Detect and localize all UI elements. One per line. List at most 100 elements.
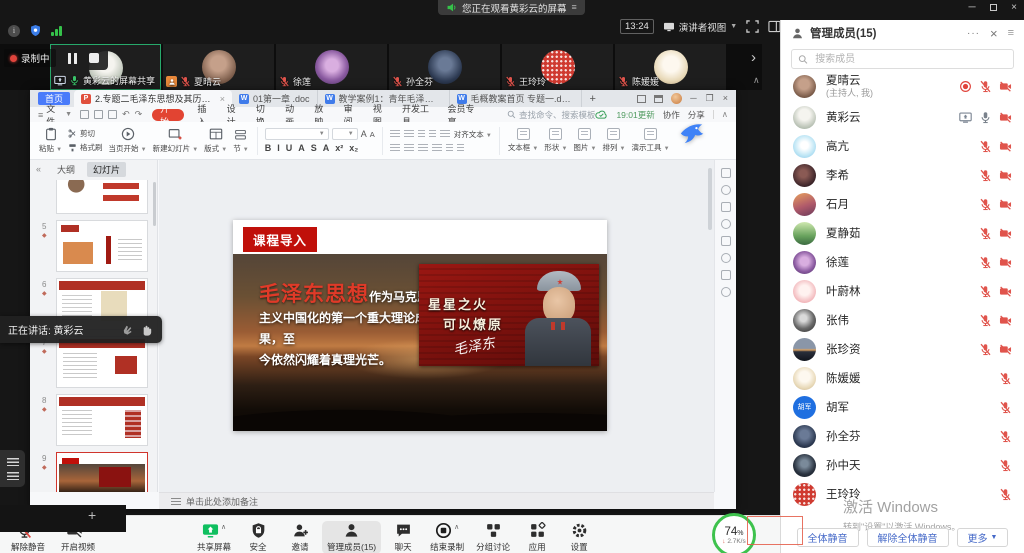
wps-minimize-button[interactable]: ─	[690, 93, 696, 104]
toolbar-button[interactable]: ∧ 分组讨论	[471, 521, 515, 553]
help-icon[interactable]	[721, 287, 731, 297]
slide-thumbnail[interactable]: 7 ◆	[56, 336, 148, 388]
insert-tool-button[interactable]: 形状 ▼	[541, 128, 570, 153]
network-quality-gauge[interactable]: 74% ↓ 2.7K/s	[712, 513, 756, 553]
wps-restore-button[interactable]: ❐	[706, 93, 714, 104]
number-list-icon[interactable]	[404, 130, 414, 139]
restore-button[interactable]	[987, 2, 999, 13]
wps-account-avatar[interactable]	[671, 93, 682, 104]
video-tile[interactable]: 王玲玲	[502, 44, 613, 90]
member-row[interactable]: 高亢	[781, 132, 1024, 161]
save-icon[interactable]	[80, 110, 89, 119]
workspace-icon[interactable]	[654, 95, 663, 103]
template-icon[interactable]	[721, 270, 731, 280]
print-icon[interactable]	[94, 110, 103, 119]
collaborate-button[interactable]: 协作	[663, 109, 680, 121]
animation-pane-icon[interactable]	[721, 185, 731, 195]
banner-menu-icon[interactable]: ≡	[572, 3, 577, 12]
video-tile[interactable]: 孙全芬	[389, 44, 500, 90]
wps-close-button[interactable]: ×	[723, 93, 728, 104]
collapse-ribbon-icon[interactable]: ∧	[722, 109, 728, 120]
menu-item[interactable]: 开始	[152, 109, 184, 121]
stop-recording-icon[interactable]	[89, 53, 99, 63]
camera-muted-icon[interactable]	[999, 256, 1012, 269]
mic-muted-icon[interactable]	[979, 314, 992, 327]
collapse-strip-icon[interactable]: ∧	[753, 75, 760, 86]
font-style-button[interactable]: S	[311, 143, 317, 153]
slide-thumbnail[interactable]: 5 ◆	[56, 220, 148, 272]
justify-icon[interactable]	[432, 144, 442, 153]
slide-thumbnail[interactable]: 9 ◆	[56, 452, 148, 492]
insert-tool-button[interactable]: 演示工具 ▼	[629, 128, 673, 153]
canvas-scrollbar[interactable]	[708, 168, 712, 230]
command-search[interactable]: 查找命令、搜索模板	[507, 109, 596, 121]
paste-button[interactable]: 粘贴 ▼	[36, 127, 65, 154]
security-shield-icon[interactable]	[29, 24, 42, 37]
export-icon[interactable]	[108, 110, 117, 119]
mic-on-icon[interactable]	[979, 111, 992, 124]
font-style-button[interactable]: A	[323, 143, 330, 153]
mic-muted-icon[interactable]	[999, 488, 1012, 501]
toolbar-button[interactable]: ∧ 结束录制	[425, 521, 469, 553]
toolbar-button[interactable]: ∧ 应用	[517, 521, 557, 553]
toolbar-button[interactable]: ∧ 管理成员(15)	[322, 521, 381, 553]
new-slide-button[interactable]: 新建幻灯片 ▼	[150, 127, 202, 154]
transition-icon[interactable]	[721, 219, 731, 229]
section-button[interactable]: 节 ▼	[230, 128, 252, 154]
close-button[interactable]: ×	[1008, 2, 1020, 13]
member-row[interactable]: 胡军 胡军	[781, 393, 1024, 422]
insert-tool-button[interactable]: 文本框 ▼	[505, 128, 542, 153]
member-row[interactable]: 张珍资	[781, 335, 1024, 364]
mic-muted-icon[interactable]	[999, 459, 1012, 472]
bullet-list-icon[interactable]	[390, 130, 400, 139]
slide-thumbnail[interactable]: 8 ◆	[56, 394, 148, 446]
member-row[interactable]: 李希	[781, 161, 1024, 190]
slide-canvas[interactable]: 课程导入 毛泽东思想作为马克思 主义中国化的第一个重大理论成果，至 今依然闪耀着…	[159, 160, 714, 492]
toolbar-button[interactable]: ∧ 安全	[238, 521, 278, 553]
member-row[interactable]: 陈媛媛	[781, 364, 1024, 393]
mic-muted-icon[interactable]	[999, 430, 1012, 443]
align-right-icon[interactable]	[418, 144, 428, 153]
pause-recording-icon[interactable]	[68, 53, 77, 64]
camera-muted-icon[interactable]	[999, 111, 1012, 124]
redo-icon[interactable]: ↷	[135, 109, 143, 120]
fullscreen-icon[interactable]	[746, 20, 759, 33]
member-row[interactable]: 石月	[781, 190, 1024, 219]
camera-muted-icon[interactable]	[999, 140, 1012, 153]
sidebar-footer-button[interactable]: 更多▼	[957, 528, 1009, 547]
camera-muted-icon[interactable]	[999, 314, 1012, 327]
clap-reaction-icon[interactable]	[120, 322, 135, 337]
raise-hand-icon[interactable]	[139, 322, 154, 337]
view-mode-selector[interactable]: 演讲者视图 ▼	[663, 20, 737, 34]
insert-tool-button[interactable]: 图片 ▼	[570, 128, 599, 153]
tab-list-icon[interactable]	[637, 95, 646, 103]
camera-muted-icon[interactable]	[999, 227, 1012, 240]
info-icon[interactable]: i	[8, 25, 20, 37]
camera-muted-icon[interactable]	[999, 343, 1012, 356]
camera-muted-icon[interactable]	[999, 169, 1012, 182]
properties-icon[interactable]	[721, 168, 731, 178]
font-size-select[interactable]: ▼	[332, 128, 358, 140]
notes-bar[interactable]: 单击此处添加备注	[159, 492, 714, 509]
shrink-font-button[interactable]: A	[370, 130, 375, 139]
design-icon[interactable]	[721, 202, 731, 212]
font-style-button[interactable]: I	[277, 143, 280, 153]
member-row[interactable]: 孙中天	[781, 451, 1024, 480]
font-style-button[interactable]: B	[265, 143, 272, 153]
mic-muted-icon[interactable]	[979, 227, 992, 240]
annotation-panel-toggle[interactable]	[0, 450, 25, 487]
next-participants-arrow[interactable]: ›	[751, 50, 756, 65]
slide-thumbnail[interactable]: 4 ◆	[56, 180, 148, 214]
mic-muted-icon[interactable]	[979, 140, 992, 153]
member-row[interactable]: 夏静茹	[781, 219, 1024, 248]
camera-muted-icon[interactable]	[999, 198, 1012, 211]
cut-button[interactable]: 剪切	[68, 128, 103, 139]
font-style-button[interactable]: U	[286, 143, 293, 153]
toolbar-button[interactable]: ∧ 邀请	[280, 521, 320, 553]
font-style-button[interactable]: x₂	[349, 143, 358, 153]
video-tile[interactable]: 陈媛媛	[615, 44, 726, 90]
align-text-button[interactable]: 对齐文本 ▼	[454, 129, 492, 140]
panel-tab[interactable]: 大纲	[51, 162, 81, 177]
comments-icon[interactable]	[721, 253, 731, 263]
mic-muted-icon[interactable]	[979, 80, 992, 93]
